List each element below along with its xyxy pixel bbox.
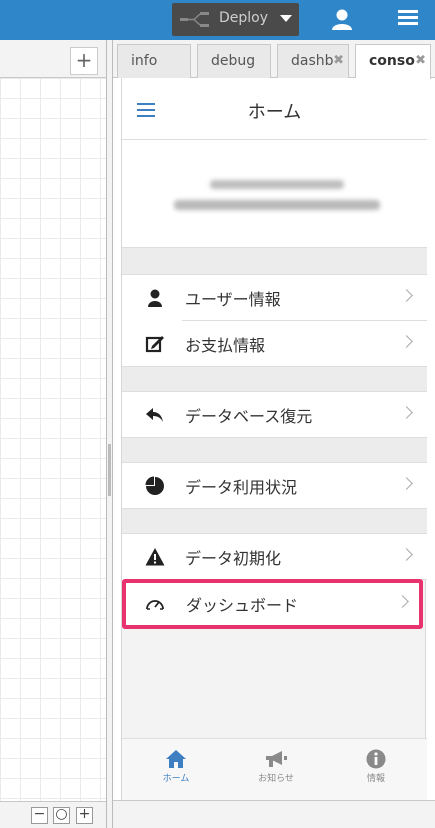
console-panel: ホーム ユーザー情報 お支払情報 データベース復元 データ利用状況 データ初期化… [121, 78, 427, 800]
tab-label: dashb [291, 53, 334, 69]
close-icon[interactable]: ✖ [415, 45, 426, 77]
section-separator [122, 438, 427, 463]
menu-item-label: データベース復元 [185, 407, 313, 426]
menu-item-data-usage[interactable]: データ利用状況 [122, 463, 427, 509]
chevron-right-icon [396, 595, 409, 608]
section-separator [122, 509, 427, 534]
nav-label: お知らせ [258, 774, 294, 784]
nav-label: ホーム [162, 774, 190, 784]
menu-item-dashboard[interactable]: ダッシュボード [126, 581, 419, 627]
menu-item-user-info[interactable]: ユーザー情報 [122, 275, 427, 321]
nav-home[interactable]: ホーム [146, 749, 206, 784]
reply-icon [146, 408, 163, 422]
pie-chart-icon [145, 476, 164, 495]
menu-item-label: ユーザー情報 [185, 290, 281, 309]
menu-item-label: データ利用状況 [185, 478, 298, 497]
menu-item-payment-info[interactable]: お支払情報 [122, 321, 427, 367]
menu-item-label: お支払情報 [185, 336, 266, 355]
close-icon[interactable]: ✖ [333, 45, 344, 77]
page-title: ホーム [247, 102, 302, 123]
redacted-text [210, 180, 344, 189]
user-icon [148, 289, 162, 307]
header-bar: Deploy [0, 0, 435, 40]
nav-news[interactable]: お知らせ [246, 749, 306, 784]
tab-label: info [131, 53, 158, 69]
edit-icon [145, 336, 164, 353]
tab-debug[interactable]: debug [197, 44, 271, 78]
caret-down-icon[interactable] [280, 15, 292, 22]
tab-console[interactable]: conso ✖ [355, 44, 431, 79]
zoom-in-button[interactable]: + [76, 807, 93, 824]
add-flow-button[interactable]: + [70, 47, 98, 75]
flow-workspace: + − ○ + [0, 40, 107, 828]
sidebar-footer [113, 800, 435, 828]
deploy-label: Deploy [219, 10, 269, 26]
sidebar-splitter[interactable] [107, 40, 113, 828]
section-separator [122, 367, 427, 392]
workspace-footer: − ○ + [0, 801, 106, 828]
nav-info[interactable]: 情報 [346, 749, 406, 784]
sidebar-tabbar: info debug dashb ✖ conso ✖ [113, 40, 435, 79]
menu-item-label: データ初期化 [185, 549, 282, 568]
megaphone-icon [266, 751, 287, 767]
chevron-right-icon [400, 406, 413, 419]
warning-icon [145, 548, 165, 566]
flow-icon [180, 12, 209, 27]
menu-item-data-reset[interactable]: データ初期化 [122, 534, 427, 580]
workspace-tabbar: + [0, 40, 106, 78]
tab-dashboard[interactable]: dashb ✖ [277, 44, 349, 78]
redacted-text [174, 200, 380, 210]
chevron-right-icon [400, 289, 413, 302]
account-info-redacted [122, 140, 427, 248]
chevron-right-icon [400, 548, 413, 561]
user-icon[interactable] [330, 9, 354, 31]
tab-label: conso [369, 53, 415, 69]
info-icon [366, 749, 386, 769]
home-icon [166, 750, 186, 768]
dashboard-icon [146, 600, 164, 610]
zoom-out-button[interactable]: − [31, 807, 48, 824]
deploy-button[interactable]: Deploy [172, 3, 299, 36]
menu-item-label: ダッシュボード [186, 596, 299, 615]
tab-label: debug [211, 53, 256, 69]
nav-label: 情報 [366, 774, 385, 784]
section-separator [122, 248, 427, 275]
menu-icon[interactable] [398, 10, 418, 28]
bottom-nav: ホーム お知らせ 情報 [122, 738, 427, 800]
panel-header: ホーム [122, 78, 427, 140]
workspace-grid[interactable] [0, 78, 106, 801]
menu-item-database-restore[interactable]: データベース復元 [122, 392, 427, 438]
tab-info[interactable]: info [117, 44, 191, 78]
zoom-reset-button[interactable]: ○ [53, 807, 70, 824]
chevron-right-icon [400, 335, 413, 348]
splitter-handle[interactable] [108, 444, 111, 496]
chevron-right-icon [400, 477, 413, 490]
